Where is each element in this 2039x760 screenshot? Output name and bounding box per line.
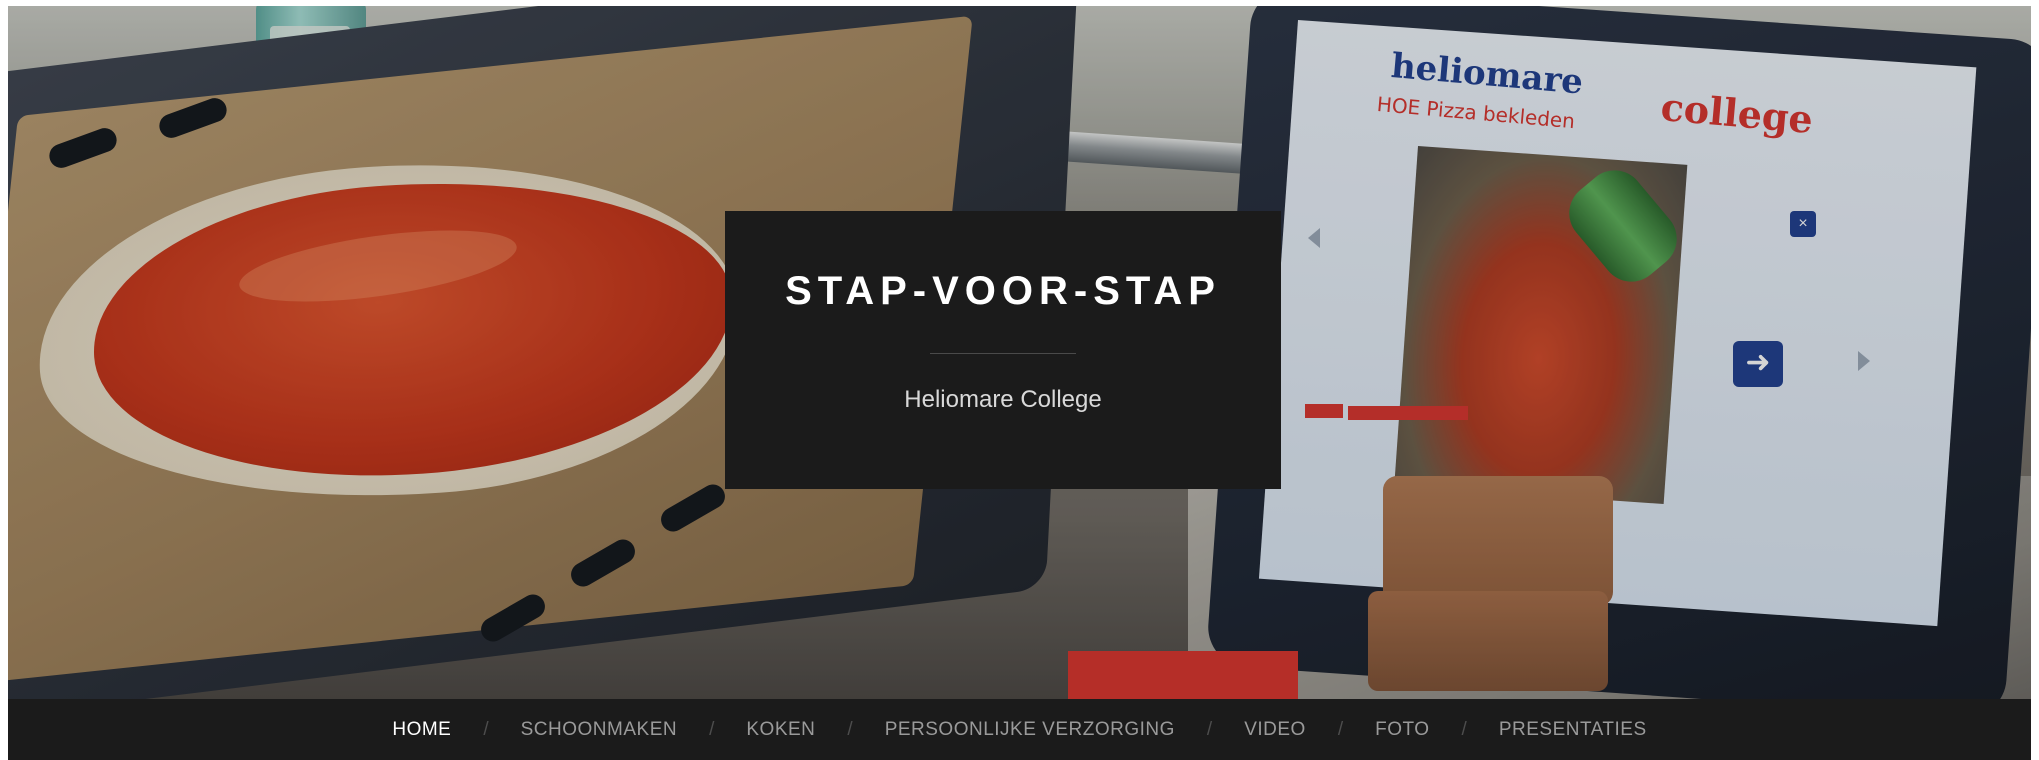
nav-separator: / [483, 718, 489, 740]
page: heliomare college HOE Pizza bekleden × ➜… [0, 0, 2039, 760]
nav-separator: / [847, 718, 853, 740]
site-title[interactable]: STAP-VOOR-STAP [725, 269, 1281, 314]
nav-item-schoonmaken[interactable]: SCHOONMAKEN [519, 719, 679, 741]
nav-menu: HOME / SCHOONMAKEN / KOKEN / PERSOONLIJK… [8, 699, 2031, 760]
nav-item-presentaties[interactable]: PRESENTATIES [1497, 719, 1649, 741]
site-tagline: Heliomare College [904, 386, 1102, 413]
nav-item-koken[interactable]: KOKEN [744, 719, 817, 741]
nav-separator: / [1206, 718, 1213, 740]
nav-item-video[interactable]: VIDEO [1242, 719, 1308, 741]
nav-separator: / [1337, 718, 1344, 740]
title-divider [930, 353, 1076, 354]
nav-separator: / [709, 718, 715, 740]
site-branding: STAP-VOOR-STAP Heliomare College [725, 211, 1281, 489]
nav-item-foto[interactable]: FOTO [1373, 719, 1431, 741]
main-navigation: HOME / SCHOONMAKEN / KOKEN / PERSOONLIJK… [8, 699, 2031, 760]
nav-item-home[interactable]: HOME [390, 719, 453, 741]
nav-item-persoonlijke-verzorging[interactable]: PERSOONLIJKE VERZORGING [883, 719, 1177, 741]
nav-separator: / [1461, 718, 1467, 740]
